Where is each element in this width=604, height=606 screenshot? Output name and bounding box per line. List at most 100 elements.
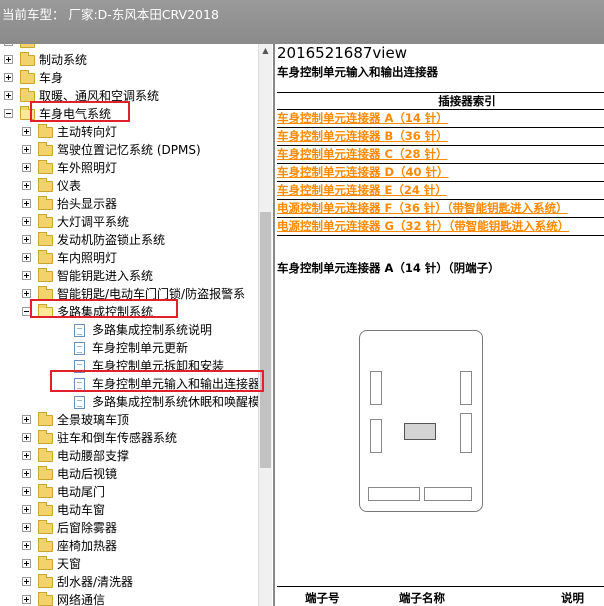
tree-item-label: 主动转向灯 — [57, 125, 118, 139]
tree-item-label: 驾驶位置记忆系统 (DPMS) — [57, 143, 201, 157]
collapse-minus-icon[interactable] — [22, 307, 31, 316]
expand-plus-icon[interactable] — [4, 91, 13, 100]
connector-link[interactable]: 车身控制单元连接器 D（40 针） — [277, 164, 604, 182]
folder-icon — [20, 70, 35, 84]
expand-plus-icon[interactable] — [22, 505, 31, 514]
expand-plus-icon[interactable] — [22, 469, 31, 478]
folder-icon — [38, 214, 53, 228]
tree-item-power-lumbar[interactable]: 电动腰部支撑 — [0, 447, 258, 465]
connector-link[interactable]: 车身控制单元连接器 E（24 针） — [277, 182, 604, 200]
connector-index-header: 插接器索引 — [277, 92, 604, 110]
connector-link[interactable]: 车身控制单元连接器 C（28 针） — [277, 146, 604, 164]
tree-item-label: 车身控制单元输入和输出连接器 — [92, 377, 258, 391]
tree-item-label: 抬头显示器 — [57, 197, 118, 211]
folder-icon — [38, 448, 53, 462]
expand-plus-icon[interactable] — [22, 523, 31, 532]
scrollbar-thumb[interactable] — [260, 212, 271, 468]
tree-item-sunroof[interactable]: 天窗 — [0, 555, 258, 573]
tree-item-label: 多路集成控制系统休眠和唤醒模 — [92, 395, 258, 409]
tree-item-instruments[interactable]: 仪表 — [0, 177, 258, 195]
expand-plus-icon[interactable] — [22, 145, 31, 154]
folder-icon — [38, 250, 53, 264]
tree-item-wiper-washer[interactable]: 刮水器/清洗器 — [0, 573, 258, 591]
tree-item-label: 后窗除雾器 — [57, 521, 118, 535]
tree-item-bcm-update[interactable]: 车身控制单元更新 — [0, 339, 258, 357]
connector-link[interactable]: 车身控制单元连接器 B（36 针） — [277, 128, 604, 146]
tree-item-label: 天窗 — [57, 557, 82, 571]
expand-plus-icon[interactable] — [4, 73, 13, 82]
tree-item-top-item[interactable] — [0, 44, 258, 51]
expand-plus-icon[interactable] — [22, 577, 31, 586]
expand-plus-icon[interactable] — [22, 487, 31, 496]
connector-a-diagram — [359, 330, 483, 512]
tree-scrollbar[interactable]: ▲ — [258, 44, 272, 606]
tree-item-body[interactable]: 车身 — [0, 69, 258, 87]
tree-item-dpms[interactable]: 驾驶位置记忆系统 (DPMS) — [0, 141, 258, 159]
expand-plus-icon[interactable] — [22, 253, 31, 262]
connector-link[interactable]: 电源控制单元连接器 G（32 针）（带智能钥匙进入系统） — [277, 218, 604, 236]
expand-plus-icon[interactable] — [4, 55, 13, 64]
folder-icon — [38, 538, 53, 552]
pin-name-column: 端子名称 — [399, 591, 445, 605]
folder-icon — [20, 44, 35, 48]
tree-item-label: 车外照明灯 — [57, 161, 118, 175]
expand-plus-icon[interactable] — [22, 217, 31, 226]
tree-item-smart-key-entry[interactable]: 智能钥匙进入系统 — [0, 267, 258, 285]
tree-item-label: 车身电气系统 — [39, 107, 112, 121]
pin-table-header: 端子号 端子名称 说明 — [277, 586, 604, 606]
expand-plus-icon[interactable] — [22, 271, 31, 280]
connector-left-upper-slot — [370, 371, 382, 405]
tree-item-network-communication[interactable]: 网络通信 — [0, 591, 258, 606]
tree-item-label: 智能钥匙/电动车门门锁/防盗报警系 — [57, 287, 246, 301]
tree-item-label: 仪表 — [57, 179, 82, 193]
collapse-minus-icon[interactable] — [4, 109, 13, 118]
expand-plus-icon[interactable] — [22, 181, 31, 190]
expand-plus-icon[interactable] — [22, 415, 31, 424]
tree-item-power-windows[interactable]: 电动车窗 — [0, 501, 258, 519]
expand-plus-icon[interactable] — [4, 44, 13, 46]
connector-link[interactable]: 车身控制单元连接器 A（14 针） — [277, 110, 604, 128]
expand-plus-icon[interactable] — [22, 163, 31, 172]
tree-item-bcm-removal[interactable]: 车身控制单元拆卸和安装 — [0, 357, 258, 375]
tree-item-rear-defogger[interactable]: 后窗除雾器 — [0, 519, 258, 537]
folder-icon — [38, 268, 53, 282]
scroll-up-arrow-icon[interactable]: ▲ — [259, 44, 272, 58]
tree-item-multiplex-sleep-wake[interactable]: 多路集成控制系统休眠和唤醒模 — [0, 393, 258, 411]
tree-item-head-up-display[interactable]: 抬头显示器 — [0, 195, 258, 213]
tree-item-panoramic-roof[interactable]: 全景玻璃车顶 — [0, 411, 258, 429]
expand-plus-icon[interactable] — [22, 541, 31, 550]
tree-item-parking-sensor[interactable]: 驻车和倒车传感器系统 — [0, 429, 258, 447]
folder-icon — [38, 466, 53, 480]
connector-a-title: 车身控制单元连接器 A（14 针）（阴端子） — [277, 261, 500, 275]
expand-plus-icon[interactable] — [22, 595, 31, 604]
tree-item-brake-system[interactable]: 制动系统 — [0, 51, 258, 69]
expand-plus-icon[interactable] — [22, 433, 31, 442]
tree-item-interior-lights[interactable]: 车内照明灯 — [0, 249, 258, 267]
tree-item-hvac-system[interactable]: 取暖、通风和空调系统 — [0, 87, 258, 105]
expand-plus-icon[interactable] — [22, 199, 31, 208]
folder-open-icon — [20, 106, 35, 120]
navigation-tree[interactable]: 制动系统 车身 取暖、通风和空调系统车身电气系统主动转向灯驾驶位置记忆系统 (DPM… — [0, 44, 258, 606]
connector-link[interactable]: 电源控制单元连接器 F（36 针）（带智能钥匙进入系统） — [277, 200, 604, 218]
expand-plus-icon[interactable] — [22, 451, 31, 460]
folder-icon — [20, 52, 35, 66]
connector-bottom-left-slot — [368, 487, 420, 501]
tree-item-smart-key-door-lock-alarm[interactable]: 智能钥匙/电动车门门锁/防盗报警系 — [0, 285, 258, 303]
tree-item-multiplex-description[interactable]: 多路集成控制系统说明 — [0, 321, 258, 339]
expand-plus-icon[interactable] — [22, 289, 31, 298]
tree-item-exterior-lights[interactable]: 车外照明灯 — [0, 159, 258, 177]
expand-plus-icon[interactable] — [22, 235, 31, 244]
tree-item-power-mirrors[interactable]: 电动后视镜 — [0, 465, 258, 483]
tree-item-headlight-leveling[interactable]: 大灯调平系统 — [0, 213, 258, 231]
tree-item-seat-heater[interactable]: 座椅加热器 — [0, 537, 258, 555]
expand-plus-icon[interactable] — [22, 559, 31, 568]
tree-item-body-electrical[interactable]: 车身电气系统 — [0, 105, 258, 123]
tree-item-immobilizer[interactable]: 发动机防盗锁止系统 — [0, 231, 258, 249]
tree-item-label: 电动尾门 — [57, 485, 106, 499]
tree-item-power-tailgate[interactable]: 电动尾门 — [0, 483, 258, 501]
expand-plus-icon[interactable] — [22, 127, 31, 136]
tree-item-active-turn-lights[interactable]: 主动转向灯 — [0, 123, 258, 141]
tree-item-bcm-io-connector[interactable]: 车身控制单元输入和输出连接器 — [0, 375, 258, 393]
tree-item-multiplex-control[interactable]: 多路集成控制系统 — [0, 303, 258, 321]
tree-item-label: 驻车和倒车传感器系统 — [57, 431, 178, 445]
